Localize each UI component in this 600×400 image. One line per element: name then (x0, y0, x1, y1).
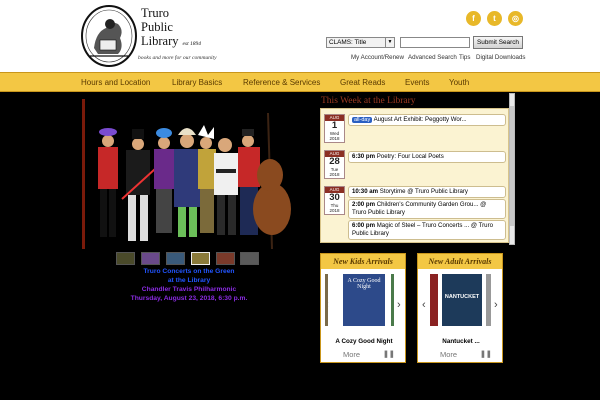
library-logo[interactable] (80, 4, 138, 68)
more-link[interactable]: More (343, 350, 360, 359)
event-title: Magic of Steel – Truro Concerts ... @ Tr… (376, 222, 493, 229)
digital-downloads-link[interactable]: Digital Downloads (476, 54, 526, 61)
pause-icon[interactable]: ❚❚ (383, 350, 395, 358)
book-cover-partial (486, 274, 491, 326)
musician-figure (198, 125, 216, 233)
event-item[interactable]: 6:30 pm Poetry: Four Local Poets (348, 151, 506, 163)
calendar-title: This Week at the Library (321, 96, 416, 106)
event-title: Storytime @ Truro Public Library (379, 188, 468, 195)
event-title-cont: Truro Public Library (352, 209, 405, 216)
tagline: books and more for our community (138, 55, 217, 61)
slide-thumbnail-active[interactable] (191, 252, 210, 265)
slide-caption-line: Chandler Travis Philharmonic (141, 286, 237, 293)
date-year: 2018 (329, 172, 340, 177)
all-day-badge: all-day (352, 117, 373, 123)
date-tile: AUG 30 Thu 2018 (324, 186, 345, 215)
event-time: 2:00 pm (352, 201, 376, 208)
search-scope-select[interactable]: CLAMS: Title ▼ (326, 37, 395, 48)
twitter-icon[interactable]: t (487, 11, 502, 26)
cover-text: A Cozy Good Night (347, 278, 381, 290)
more-link[interactable]: More (440, 350, 457, 359)
band-photo (98, 112, 291, 249)
slide-thumbnail[interactable] (216, 252, 235, 265)
library-name: Truro Public Library est 1894 (141, 6, 201, 51)
date-year: 2018 (329, 208, 340, 213)
my-account-link[interactable]: My Account/Renew (351, 54, 404, 61)
slide-caption-line[interactable]: Truro Concerts on the Green (84, 268, 294, 275)
event-time: 6:30 pm (352, 153, 376, 160)
chevron-down-icon: ▼ (385, 38, 394, 47)
slide-caption-line[interactable]: at the Library (84, 277, 294, 284)
date-tile: AUG 1 Wed 2018 (324, 114, 345, 143)
kids-arrivals-panel: New Kids Arrivals ‹ A Cozy Good Night › … (320, 253, 406, 363)
date-day: 28 (329, 156, 340, 167)
pause-icon[interactable]: ❚❚ (480, 350, 492, 358)
book-cover[interactable]: A Cozy Good Night (343, 274, 385, 326)
date-day: 1 (331, 120, 338, 131)
chevron-right-icon[interactable]: › (494, 299, 498, 311)
calendar-scrollbar[interactable] (509, 93, 515, 245)
events-calendar: AUG 1 Wed 2018 all-day August Art Exhibi… (320, 108, 509, 243)
chevron-left-icon[interactable]: ‹ (422, 299, 426, 311)
search-scope-value: CLAMS: Title (329, 39, 367, 46)
event-title-cont: Public Library (352, 230, 389, 237)
date-tile: AUG 28 Tue 2018 (324, 150, 345, 179)
event-title: Poetry: Four Local Poets (376, 153, 444, 160)
slide-thumbnail[interactable] (166, 252, 185, 265)
slide-thumbnail[interactable] (141, 252, 160, 265)
slide-edge (82, 99, 85, 249)
upright-bass (253, 112, 291, 249)
main-nav: Hours and Location Library Basics Refere… (0, 72, 600, 92)
book-cover[interactable]: NANTUCKET (442, 274, 482, 326)
event-item[interactable]: 2:00 pm Children's Community Garden Grou… (348, 199, 506, 219)
nav-events[interactable]: Events (405, 78, 429, 87)
event-time: 10:30 am (352, 188, 379, 195)
book-title[interactable]: Nantucket ... (418, 338, 504, 345)
panel-title: New Adult Arrivals (418, 254, 502, 269)
musician-figure (154, 128, 174, 233)
name-line: Public (141, 20, 173, 34)
tips-link[interactable]: Tips (459, 54, 470, 61)
search-input[interactable] (400, 37, 470, 48)
chevron-right-icon[interactable]: › (397, 299, 401, 311)
instagram-icon[interactable]: ◎ (508, 11, 523, 26)
book-cover-partial (391, 274, 394, 326)
name-line: Library est 1894 (141, 34, 201, 51)
slide-thumbnail[interactable] (116, 252, 135, 265)
established-note: est 1894 (182, 41, 201, 47)
event-item[interactable]: 10:30 am Storytime @ Truro Public Librar… (348, 186, 506, 198)
event-item[interactable]: 6:00 pm Magic of Steel – Truro Concerts … (348, 220, 506, 240)
name-line: Library (141, 34, 179, 48)
submit-search-button[interactable]: Submit Search (473, 36, 523, 49)
nav-great-reads[interactable]: Great Reads (340, 78, 385, 87)
nav-youth[interactable]: Youth (449, 78, 469, 87)
event-item[interactable]: all-day August Art Exhibit: Peggotty Wor… (348, 114, 506, 126)
featured-slideshow[interactable] (80, 99, 296, 249)
nav-hours-location[interactable]: Hours and Location (81, 78, 150, 87)
advanced-search-link[interactable]: Advanced Search (408, 54, 457, 61)
date-day: 30 (329, 192, 340, 203)
event-title: August Art Exhibit: Peggotty Wor... (373, 116, 467, 123)
book-cover-partial (325, 274, 328, 326)
musician-figure (214, 138, 238, 235)
event-title: Children's Community Garden Grou... @ (376, 201, 487, 208)
facebook-icon[interactable]: f (466, 11, 481, 26)
site-header: Truro Public Library est 1894 books and m… (0, 0, 600, 72)
book-title[interactable]: A Cozy Good Night (321, 338, 407, 345)
scrollbar-thumb[interactable] (510, 106, 514, 226)
nav-reference-services[interactable]: Reference & Services (243, 78, 320, 87)
cover-text: NANTUCKET (444, 294, 480, 300)
slide-caption-line: Thursday, August 23, 2018, 6:30 p.m. (130, 295, 248, 302)
slide-thumbnail[interactable] (240, 252, 259, 265)
nav-library-basics[interactable]: Library Basics (172, 78, 222, 87)
date-year: 2018 (329, 136, 340, 141)
musician-figure (98, 128, 118, 237)
adult-arrivals-panel: New Adult Arrivals ‹ NANTUCKET › Nantuck… (417, 253, 503, 363)
musician-figure (174, 128, 200, 237)
panel-title: New Kids Arrivals (321, 254, 405, 269)
name-line: Truro (141, 6, 170, 20)
event-time: 6:00 pm (352, 222, 376, 229)
book-cover-partial (430, 274, 438, 326)
